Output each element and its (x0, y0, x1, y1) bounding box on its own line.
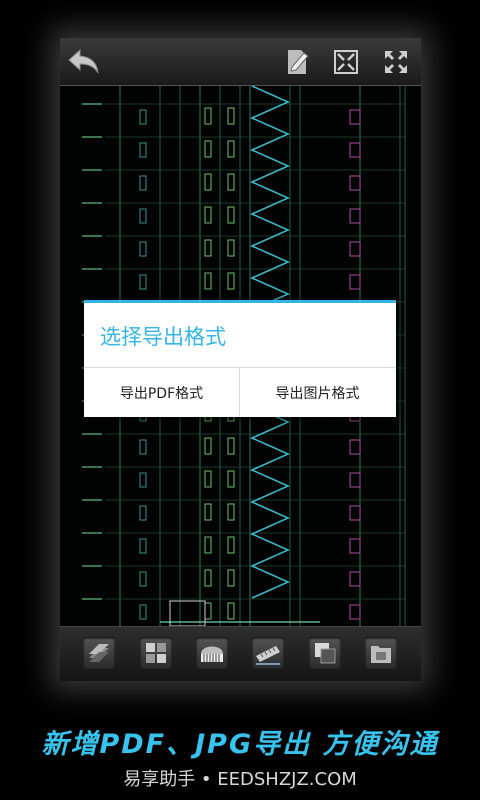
export-pdf-button[interactable]: 导出PDF格式 (84, 368, 239, 417)
copy-button[interactable] (309, 637, 341, 669)
folder-icon (371, 646, 391, 663)
drawing-line (204, 602, 212, 620)
drawing-line (227, 272, 235, 290)
drawing-line (204, 107, 212, 125)
drawing-line (227, 140, 235, 158)
drawing-line (204, 437, 212, 455)
drawing-line (204, 140, 212, 158)
drawing-line (349, 538, 361, 554)
measure-button[interactable] (252, 637, 284, 669)
watermark: 易享助手 • EEDSHZJZ.COM (123, 769, 357, 790)
drawing-line (349, 472, 361, 488)
drawing-line (227, 470, 235, 488)
drawing-line (349, 241, 361, 257)
export-format-dialog: 选择导出格式 导出PDF格式 导出图片格式 (84, 300, 396, 417)
drawing-line (204, 569, 212, 587)
drawing-line (204, 503, 212, 521)
piano-button[interactable] (196, 637, 228, 669)
layout-button[interactable] (140, 637, 172, 669)
measure-icon (256, 646, 280, 665)
top-toolbar (60, 38, 421, 86)
drawing-line (139, 208, 147, 224)
drawing-line (349, 604, 361, 620)
drawing-line (227, 239, 235, 257)
drawing-line (227, 437, 235, 455)
copy-icon (315, 643, 336, 664)
drawing-line (349, 208, 361, 224)
folder-button[interactable] (365, 637, 397, 669)
export-image-button[interactable]: 导出图片格式 (240, 368, 395, 417)
drawing-line (227, 107, 235, 125)
drawing-line (227, 206, 235, 224)
edit-document-icon (288, 50, 309, 74)
drawing-line (139, 439, 147, 455)
drawing-line (227, 536, 235, 554)
drawing-line (204, 536, 212, 554)
fit-screen-icon (334, 50, 358, 74)
drawing-line (227, 503, 235, 521)
drawing-line (204, 470, 212, 488)
drawing-line (139, 274, 147, 290)
dialog-title: 选择导出格式 (100, 325, 226, 349)
drawing-line (227, 569, 235, 587)
drawing-line (204, 173, 212, 191)
drawing-line (227, 602, 235, 620)
drawing-line (349, 505, 361, 521)
drawing-line (139, 175, 147, 191)
drawing-line (139, 472, 147, 488)
back-button[interactable] (66, 44, 102, 80)
edit-button[interactable] (280, 44, 316, 80)
fullscreen-button[interactable] (378, 44, 414, 80)
drawing-line (139, 538, 147, 554)
drawing-line (349, 109, 361, 125)
layers-icon (89, 644, 109, 662)
drawing-line (139, 604, 147, 620)
promo-caption: 新增PDF、JPG导出 方便沟通 (41, 729, 439, 760)
fullscreen-icon (385, 51, 407, 73)
bottom-toolbar (60, 626, 421, 681)
piano-icon (201, 646, 223, 662)
drawing-line (349, 571, 361, 587)
drawing-line (349, 439, 361, 455)
drawing-line (349, 175, 361, 191)
layout-icon (146, 643, 166, 663)
back-arrow-icon (68, 48, 99, 74)
fit-screen-button[interactable] (328, 44, 364, 80)
layers-button[interactable] (83, 637, 115, 669)
drawing-line (349, 274, 361, 290)
drawing-line (204, 272, 212, 290)
drawing-line (139, 142, 147, 158)
drawing-line (139, 241, 147, 257)
drawing-line (139, 505, 147, 521)
drawing-line (349, 142, 361, 158)
drawing-line (139, 571, 147, 587)
drawing-line (204, 239, 212, 257)
drawing-line (204, 206, 212, 224)
drawing-line (227, 173, 235, 191)
drawing-line (139, 109, 147, 125)
